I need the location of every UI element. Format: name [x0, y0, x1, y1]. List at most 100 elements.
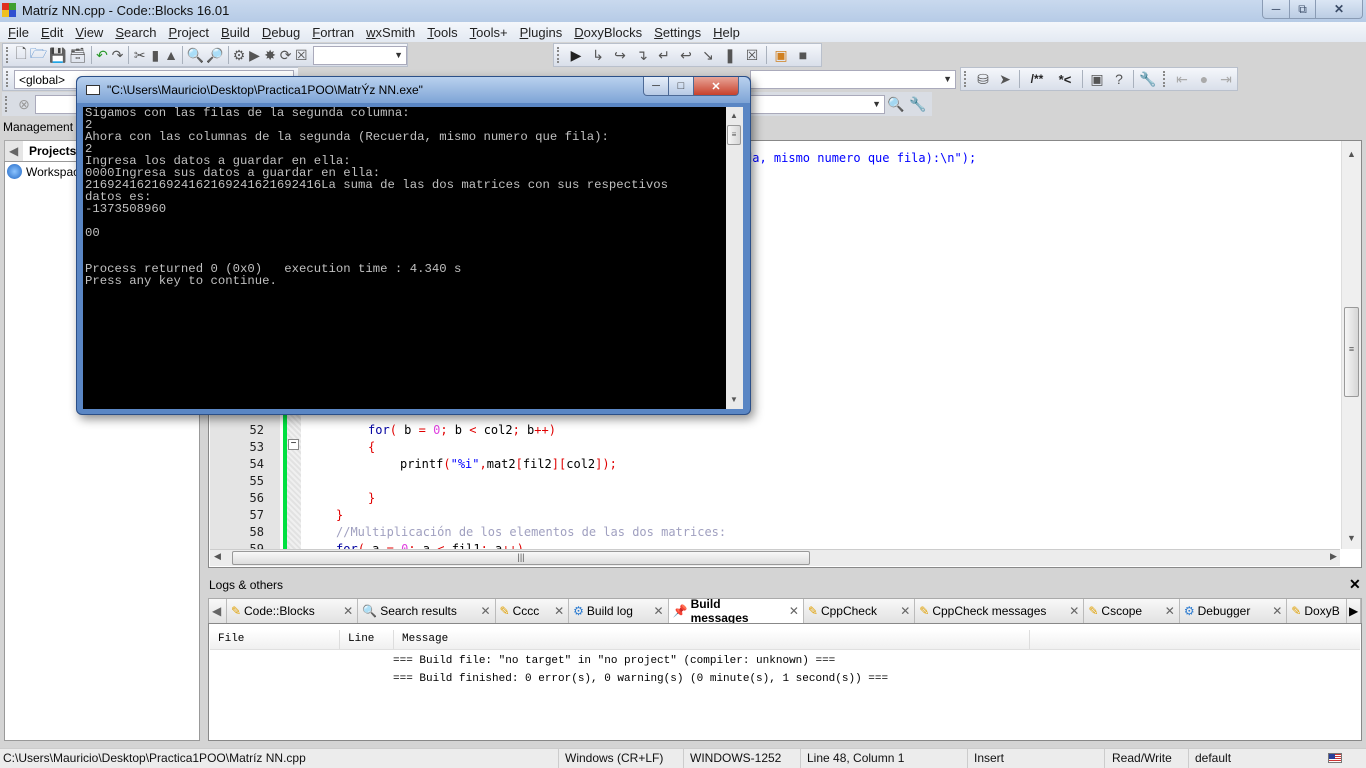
logs-tab-debugger[interactable]: ⚙ Debugger ✕: [1179, 599, 1288, 623]
doxywizard-icon[interactable]: ⛁: [973, 69, 993, 89]
chm-help-icon[interactable]: ?: [1109, 69, 1129, 89]
toolbar-grip[interactable]: [1163, 71, 1167, 87]
close-tab-icon[interactable]: ✕: [335, 604, 353, 618]
tab-scroll-left-icon[interactable]: ◀: [9, 144, 18, 158]
menu-search[interactable]: Search: [109, 25, 162, 40]
run-to-cursor-icon[interactable]: ↳: [588, 45, 608, 65]
close-button[interactable]: ✕: [1315, 0, 1363, 19]
line-comment-button[interactable]: *<: [1052, 69, 1078, 89]
minimize-button[interactable]: ─: [1262, 0, 1290, 19]
logs-close-icon[interactable]: ✕: [1349, 576, 1361, 593]
menu-wxsmith[interactable]: wxSmith: [360, 25, 421, 40]
menu-doxyblocks[interactable]: DoxyBlocks: [568, 25, 648, 40]
new-file-icon[interactable]: 🗋: [14, 45, 28, 65]
editor-vertical-scrollbar[interactable]: ▲ ≡ ▼: [1341, 141, 1361, 549]
logs-tab-build-messages[interactable]: 📌 Build messages ✕: [668, 597, 804, 625]
debug-windows-icon[interactable]: ▣: [771, 45, 791, 65]
debug-continue-icon[interactable]: ▶: [566, 45, 586, 65]
close-tab-icon[interactable]: ✕: [646, 604, 664, 618]
close-tab-icon[interactable]: ✕: [1061, 604, 1079, 618]
console-output-area[interactable]: Sigamos con las filas de la segunda colu…: [83, 107, 726, 409]
extract-icon[interactable]: ➤: [995, 69, 1015, 89]
menu-tools[interactable]: Tools: [421, 25, 463, 40]
menu-file[interactable]: File: [2, 25, 35, 40]
menu-build[interactable]: Build: [215, 25, 256, 40]
menu-plugins[interactable]: Plugins: [514, 25, 569, 40]
console-scroll-thumb[interactable]: ≡: [727, 125, 741, 145]
menu-edit[interactable]: Edit: [35, 25, 69, 40]
cut-icon[interactable]: ✂: [133, 45, 147, 65]
rebuild-icon[interactable]: ⟳: [279, 45, 293, 65]
abort-icon[interactable]: ☒: [294, 45, 308, 65]
search-icon[interactable]: 🔍: [886, 94, 906, 114]
code-line[interactable]: }: [368, 491, 375, 505]
jump-home-icon[interactable]: ●: [1194, 69, 1214, 89]
redo-icon[interactable]: ↷: [111, 45, 125, 65]
clear-search-icon[interactable]: ⊗: [14, 94, 34, 114]
console-maximize-button[interactable]: □: [668, 77, 694, 96]
tabs-scroll-right-icon[interactable]: ▶: [1347, 599, 1361, 623]
wrench-icon[interactable]: 🔧: [1138, 69, 1158, 89]
code-line[interactable]: {: [368, 440, 375, 454]
function-select[interactable]: ▼: [750, 70, 956, 89]
logs-tab-cppcheck-messages[interactable]: ✎ CppCheck messages ✕: [915, 599, 1085, 623]
logs-tab-cccc[interactable]: ✎ Cccc ✕: [495, 599, 570, 623]
close-tab-icon[interactable]: ✕: [781, 604, 799, 618]
horizontal-scroll-thumb[interactable]: |||: [232, 551, 810, 565]
menu-fortran[interactable]: Fortran: [306, 25, 360, 40]
save-all-icon[interactable]: 🗃: [69, 45, 87, 65]
menu-settings[interactable]: Settings: [648, 25, 707, 40]
scroll-up-icon[interactable]: ▲: [1347, 149, 1356, 159]
console-title-bar[interactable]: "C:\Users\Mauricio\Desktop\Practica1POO\…: [77, 77, 750, 103]
toolbar-grip[interactable]: [557, 47, 561, 63]
logs-tab-cppcheck[interactable]: ✎ CppCheck ✕: [803, 599, 916, 623]
logs-tab-build-log[interactable]: ⚙ Build log ✕: [569, 599, 669, 623]
menu-debug[interactable]: Debug: [256, 25, 306, 40]
scroll-down-icon[interactable]: ▼: [1347, 533, 1356, 543]
find-icon[interactable]: 🔍: [187, 45, 204, 65]
menu-project[interactable]: Project: [163, 25, 215, 40]
break-icon[interactable]: ❚: [720, 45, 740, 65]
logs-tab-code-blocks[interactable]: ✎ Code::Blocks ✕: [226, 599, 359, 623]
restore-button[interactable]: ⧉: [1289, 0, 1316, 19]
paste-icon[interactable]: ▲: [164, 45, 178, 65]
save-icon[interactable]: 💾: [49, 45, 66, 65]
undo-icon[interactable]: ↶: [95, 45, 109, 65]
menu-help[interactable]: Help: [707, 25, 746, 40]
close-tab-icon[interactable]: ✕: [892, 604, 910, 618]
logs-tab-cscope[interactable]: ✎ Cscope ✕: [1084, 599, 1180, 623]
next-instruction-icon[interactable]: ↩: [676, 45, 696, 65]
search-settings-icon[interactable]: 🔧: [908, 94, 928, 114]
various-info-icon[interactable]: ■: [793, 45, 813, 65]
html-docs-icon[interactable]: ▣: [1087, 69, 1107, 89]
logs-tab-doxyb[interactable]: ✎ DoxyB: [1287, 599, 1347, 623]
step-into-instruction-icon[interactable]: ↘: [698, 45, 718, 65]
toolbar-grip[interactable]: [5, 96, 9, 112]
logs-tab-search-results[interactable]: 🔍 Search results ✕: [358, 599, 496, 623]
copy-icon[interactable]: ▮: [149, 45, 163, 65]
jump-back-icon[interactable]: ⇤: [1172, 69, 1192, 89]
code-line[interactable]: printf("%i",mat2[fil2][col2]);: [400, 457, 617, 471]
column-line[interactable]: Line: [340, 630, 394, 649]
close-tab-icon[interactable]: ✕: [1157, 604, 1175, 618]
console-minimize-button[interactable]: ─: [643, 77, 669, 96]
tree-item-workspace[interactable]: Workspace: [7, 164, 86, 179]
block-comment-button[interactable]: /**: [1024, 69, 1050, 89]
scroll-down-icon[interactable]: ▼: [730, 395, 738, 404]
replace-icon[interactable]: 🔎: [206, 45, 223, 65]
editor-horizontal-scrollbar[interactable]: ◀ ||| ▶: [210, 549, 1340, 566]
next-line-icon[interactable]: ↪: [610, 45, 630, 65]
step-out-icon[interactable]: ↵: [654, 45, 674, 65]
open-file-icon[interactable]: 🗁: [30, 45, 47, 65]
run-icon[interactable]: ▶: [248, 45, 262, 65]
code-line[interactable]: for( b = 0; b < col2; b++): [368, 423, 556, 437]
column-file[interactable]: File: [210, 630, 340, 649]
close-tab-icon[interactable]: ✕: [546, 604, 564, 618]
log-message[interactable]: === Build file: "no target" in "no proje…: [393, 655, 835, 667]
build-target-select[interactable]: ▼: [313, 45, 408, 65]
close-tab-icon[interactable]: ✕: [472, 604, 490, 618]
scroll-left-icon[interactable]: ◀: [214, 551, 221, 562]
toolbar-grip[interactable]: [6, 71, 10, 87]
step-into-icon[interactable]: ↴: [632, 45, 652, 65]
build-icon[interactable]: ⚙: [232, 45, 246, 65]
